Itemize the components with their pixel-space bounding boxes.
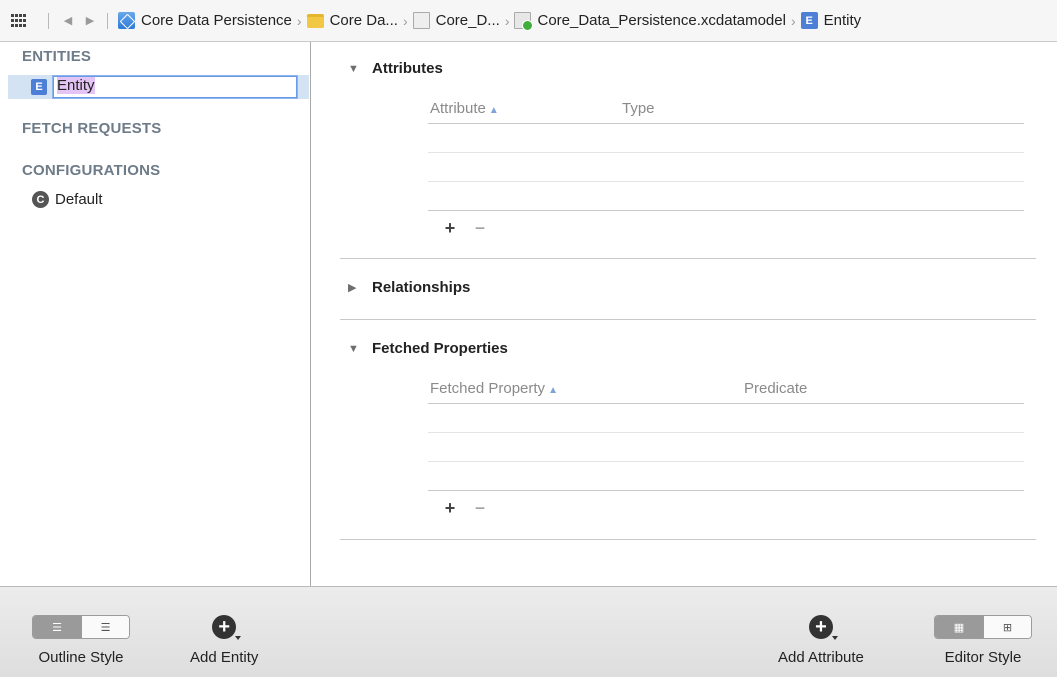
table-divider: [428, 403, 1024, 404]
graph-style-icon[interactable]: ⊞: [983, 616, 1031, 638]
remove-fetched-property-minus-button[interactable]: −: [472, 498, 488, 519]
entity-name-text: Entity: [57, 77, 95, 94]
configuration-item-default[interactable]: C Default: [32, 191, 103, 208]
attributes-add-remove: + −: [442, 218, 488, 239]
disclosure-open-icon[interactable]: ▼: [348, 343, 362, 355]
breadcrumb-label: Core Da...: [329, 12, 398, 29]
entity-icon: E: [800, 12, 818, 29]
datamodel-icon: [514, 12, 534, 31]
table-row[interactable]: [428, 432, 1024, 433]
relationships-section-header[interactable]: ▶ Relationships: [348, 279, 470, 296]
add-attribute-control: + Add Attribute: [778, 615, 864, 666]
entity-list-item[interactable]: E Entity: [8, 75, 309, 99]
breadcrumb-project[interactable]: Core Data Persistence: [118, 12, 292, 29]
forward-arrow-icon[interactable]: ▶: [83, 13, 97, 29]
attributes-title: Attributes: [372, 60, 443, 77]
add-attribute-button[interactable]: +: [808, 615, 838, 640]
table-row[interactable]: [428, 461, 1024, 462]
fetched-property-column-header[interactable]: Fetched Property ▲: [430, 380, 558, 397]
breadcrumb-label: Core_D...: [435, 12, 500, 29]
disclosure-closed-icon[interactable]: ▶: [348, 281, 362, 294]
sort-ascending-icon: ▲: [488, 105, 499, 116]
breadcrumb-group[interactable]: Core_D...: [412, 12, 500, 29]
table-row[interactable]: [428, 181, 1024, 182]
entity-name-field[interactable]: Entity: [52, 75, 298, 99]
breadcrumb-label: Entity: [823, 12, 862, 29]
predicate-column-header[interactable]: Predicate: [744, 380, 807, 397]
chevron-right-icon: ›: [402, 12, 408, 29]
entity-icon: E: [31, 79, 47, 95]
type-column-header[interactable]: Type: [622, 100, 655, 117]
divider: [107, 12, 108, 29]
add-entity-button[interactable]: +: [212, 615, 242, 640]
fetch-requests-header: FETCH REQUESTS: [22, 120, 162, 137]
configuration-icon: C: [32, 191, 49, 208]
table-divider: [428, 210, 1024, 211]
bottom-toolbar: ☰ ☰ Outline Style + Add Entity + Add Att…: [0, 586, 1057, 677]
editor-style-control: ▦ ⊞ Editor Style: [934, 615, 1032, 666]
disclosure-open-icon[interactable]: ▼: [348, 63, 362, 75]
fetched-property-column-label: Fetched Property: [430, 380, 546, 397]
table-divider: [428, 123, 1024, 124]
fetched-properties-section-header[interactable]: ▼ Fetched Properties: [348, 340, 508, 357]
editor-style-segmented-control[interactable]: ▦ ⊞: [934, 615, 1032, 639]
chevron-right-icon: ›: [504, 12, 510, 29]
section-divider: [340, 319, 1036, 320]
back-arrow-icon[interactable]: ◀: [61, 13, 75, 29]
section-divider: [340, 539, 1036, 540]
divider: [48, 12, 49, 29]
flat-list-icon[interactable]: ☰: [33, 616, 81, 638]
add-attribute-label: Add Attribute: [778, 649, 864, 666]
fetched-properties-title: Fetched Properties: [372, 340, 508, 357]
configurations-header: CONFIGURATIONS: [22, 162, 161, 179]
outline-sidebar: ENTITIES E Entity FETCH REQUESTS CONFIGU…: [0, 42, 311, 586]
group-icon: [412, 12, 430, 29]
sort-ascending-icon: ▲: [548, 385, 558, 396]
fetched-properties-add-remove: + −: [442, 498, 488, 519]
breadcrumb-entity[interactable]: E Entity: [800, 12, 862, 29]
outline-style-segmented-control[interactable]: ☰ ☰: [32, 615, 130, 639]
attribute-column-label: Attribute: [430, 100, 486, 117]
breadcrumb-label: Core_Data_Persistence.xcdatamodel: [537, 12, 786, 29]
table-style-icon[interactable]: ▦: [935, 616, 983, 638]
entity-editor: ▼ Attributes Attribute ▲ Type + − ▶ Relat…: [312, 42, 1057, 586]
relationships-title: Relationships: [372, 279, 471, 296]
outline-style-control: ☰ ☰ Outline Style: [32, 615, 130, 666]
chevron-right-icon: ›: [790, 12, 796, 29]
breadcrumb-datamodel[interactable]: Core_Data_Persistence.xcdatamodel: [514, 12, 786, 31]
add-fetched-property-plus-button[interactable]: +: [442, 498, 458, 519]
chevron-right-icon: ›: [296, 12, 302, 29]
attributes-section-header[interactable]: ▼ Attributes: [348, 60, 443, 77]
outline-style-label: Outline Style: [38, 649, 124, 666]
configuration-label: Default: [55, 191, 103, 208]
jump-bar: ◀ ▶ Core Data Persistence › Core Da... ›…: [0, 0, 1057, 42]
breadcrumb-folder[interactable]: Core Da...: [306, 12, 398, 29]
hierarchy-list-icon[interactable]: ☰: [81, 616, 129, 638]
remove-attribute-minus-button[interactable]: −: [472, 218, 488, 239]
table-row[interactable]: [428, 152, 1024, 153]
folder-icon: [306, 13, 324, 28]
related-items-icon[interactable]: [10, 14, 26, 28]
section-divider: [340, 258, 1036, 259]
add-entity-control: + Add Entity: [190, 615, 258, 666]
add-attribute-plus-button[interactable]: +: [442, 218, 458, 239]
breadcrumb-label: Core Data Persistence: [141, 12, 292, 29]
add-entity-label: Add Entity: [190, 649, 259, 666]
entities-header: ENTITIES: [22, 48, 92, 65]
project-icon: [118, 12, 135, 29]
attribute-column-header[interactable]: Attribute ▲: [430, 100, 499, 117]
table-divider: [428, 490, 1024, 491]
editor-style-label: Editor Style: [944, 649, 1022, 666]
